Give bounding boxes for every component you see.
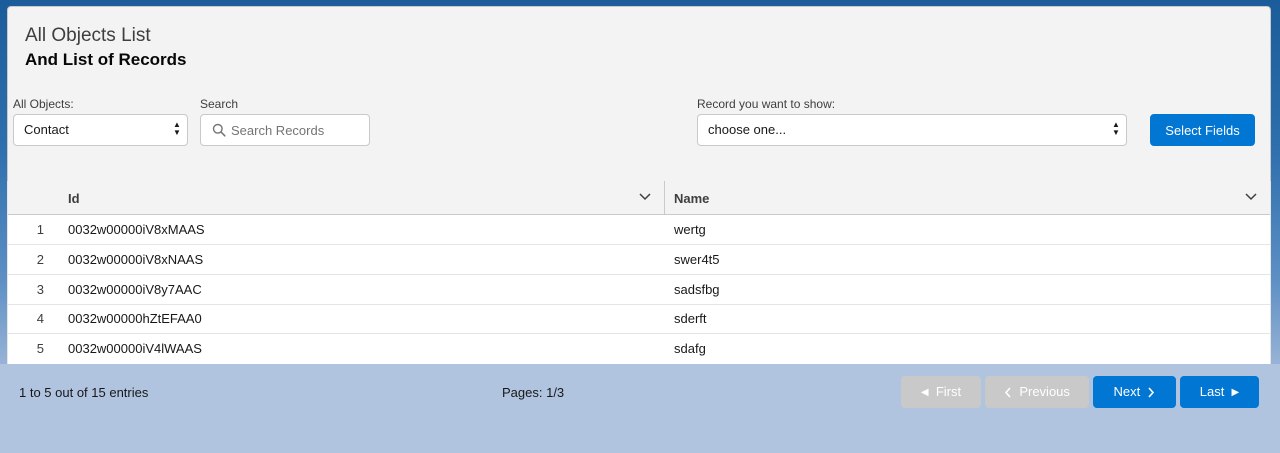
record-select-value: choose one... xyxy=(708,122,787,137)
filter-card: All Objects List And List of Records All… xyxy=(7,6,1271,182)
first-arrow-icon: ◀ xyxy=(920,386,929,398)
cell-name: sadsfbg xyxy=(674,282,720,297)
cell-id: 0032w00000iV8y7AAC xyxy=(68,282,202,297)
cell-name: wertg xyxy=(674,222,706,237)
first-button[interactable]: ◀ First xyxy=(901,376,981,408)
last-arrow-icon: ▶ xyxy=(1231,386,1240,398)
page-subtitle: And List of Records xyxy=(25,50,187,69)
search-input[interactable] xyxy=(231,115,361,145)
next-button-label: Next xyxy=(1113,384,1141,399)
last-button-label: Last xyxy=(1199,384,1225,399)
page-indicator: Pages: 1/3 xyxy=(502,385,565,400)
row-number: 1 xyxy=(36,222,44,237)
record-select[interactable]: choose one... ▲ ▼ xyxy=(697,114,1127,146)
column-header-id[interactable]: Id xyxy=(65,181,663,214)
search-box[interactable] xyxy=(200,114,370,146)
select-arrows-icon: ▲ ▼ xyxy=(173,120,181,137)
select-fields-button[interactable]: Select Fields xyxy=(1150,114,1255,146)
table-header: Id Name xyxy=(8,181,1270,215)
search-label: Search xyxy=(200,97,239,111)
table-row[interactable]: 4 0032w00000hZtEFAA0 sderft xyxy=(8,304,1270,334)
row-number: 2 xyxy=(36,252,44,267)
previous-button[interactable]: Previous xyxy=(985,376,1089,408)
search-icon xyxy=(212,123,226,137)
column-header-id-label: Id xyxy=(68,191,80,206)
cell-id: 0032w00000iV8xNAAS xyxy=(68,252,204,267)
cell-name: sderft xyxy=(674,311,707,326)
chevron-down-icon[interactable] xyxy=(639,193,651,201)
cell-name: swer4t5 xyxy=(674,252,720,267)
previous-button-label: Previous xyxy=(1019,384,1070,399)
objects-select[interactable]: Contact ▲ ▼ xyxy=(13,114,188,146)
row-number: 5 xyxy=(36,341,44,356)
next-button[interactable]: Next xyxy=(1093,376,1176,408)
column-header-name[interactable]: Name xyxy=(671,181,1269,214)
column-divider[interactable] xyxy=(664,181,665,214)
row-number: 3 xyxy=(36,282,44,297)
row-number: 4 xyxy=(36,311,44,326)
objects-select-value: Contact xyxy=(24,122,69,137)
chevron-down-icon[interactable] xyxy=(1245,193,1257,201)
objects-label: All Objects: xyxy=(13,97,74,111)
cell-name: sdafg xyxy=(674,341,706,356)
entries-count: 1 to 5 out of 15 entries xyxy=(19,385,149,400)
records-table: Id Name 1 0032w00000iV8xMAAS wertg 2 003… xyxy=(7,181,1271,364)
table-row[interactable]: 5 0032w00000iV4lWAAS sdafg xyxy=(8,334,1270,364)
table-row[interactable]: 1 0032w00000iV8xMAAS wertg xyxy=(8,215,1270,245)
chevron-right-icon xyxy=(1148,387,1155,398)
chevron-left-icon xyxy=(1005,387,1011,398)
cell-id: 0032w00000hZtEFAA0 xyxy=(68,311,202,326)
cell-id: 0032w00000iV8xMAAS xyxy=(68,222,205,237)
column-header-name-label: Name xyxy=(674,191,710,206)
record-label: Record you want to show: xyxy=(697,97,836,111)
table-row[interactable]: 2 0032w00000iV8xNAAS swer4t5 xyxy=(8,245,1270,275)
last-button[interactable]: Last ▶ xyxy=(1180,376,1259,408)
table-row[interactable]: 3 0032w00000iV8y7AAC sadsfbg xyxy=(8,275,1270,305)
page-title: All Objects List xyxy=(25,25,151,46)
cell-id: 0032w00000iV4lWAAS xyxy=(68,341,202,356)
select-arrows-icon: ▲ ▼ xyxy=(1112,120,1120,137)
first-button-label: First xyxy=(935,384,962,399)
